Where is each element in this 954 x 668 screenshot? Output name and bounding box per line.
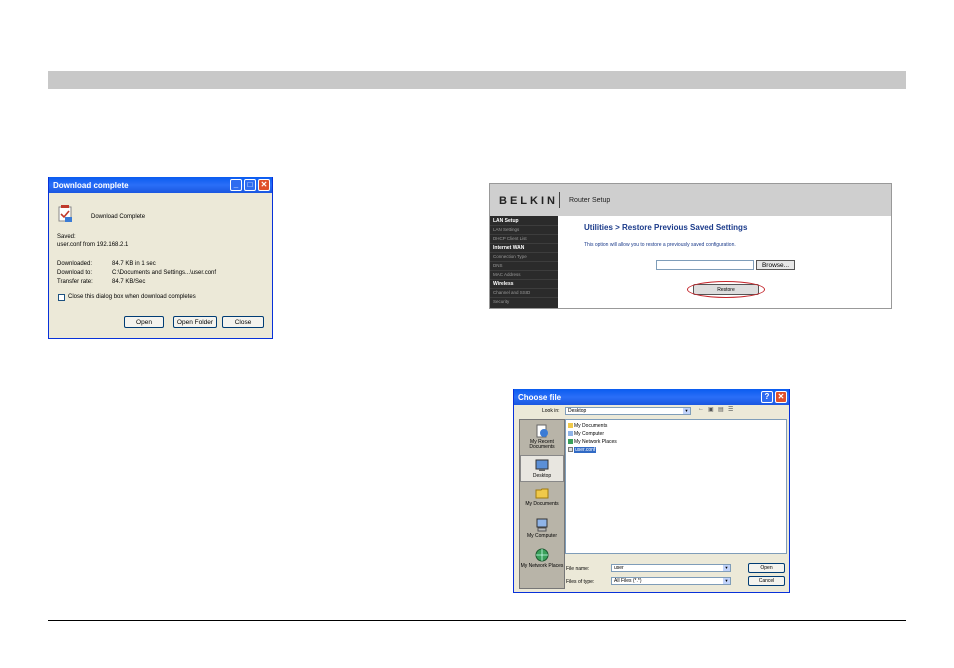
- transfer-rate-value: 84.7 KB/Sec: [112, 279, 146, 285]
- nav-divider: [490, 225, 558, 226]
- files-of-type-label: Files of type:: [566, 579, 595, 585]
- download-to-value: C:\Documents and Settings...\user.conf: [112, 270, 217, 276]
- files-of-type-select[interactable]: All Files (*.*) ▼: [611, 577, 731, 585]
- nav-divider: [490, 270, 558, 271]
- nav-dhcp-client-list[interactable]: DHCP Client List: [493, 236, 527, 241]
- saved-label: Saved:: [57, 234, 76, 240]
- nav-divider: [490, 234, 558, 235]
- place-my-computer[interactable]: My Computer: [520, 518, 564, 539]
- header-band: [48, 71, 906, 89]
- nav-mac-address[interactable]: MAC Address: [493, 272, 521, 277]
- up-folder-icon[interactable]: ▣: [708, 406, 714, 413]
- list-item[interactable]: My Computer: [568, 430, 604, 437]
- view-menu-icon[interactable]: ☰: [728, 406, 733, 413]
- open-button[interactable]: Open: [124, 316, 164, 328]
- belkin-logo: BELKIN: [499, 195, 558, 207]
- nav-lan-settings[interactable]: LAN Settings: [493, 227, 519, 232]
- list-item[interactable]: My Network Places: [568, 438, 617, 445]
- download-complete-dialog: Download complete _ □ ✕ Download Complet…: [48, 177, 273, 339]
- page-breadcrumb: Utilities > Restore Previous Saved Setti…: [584, 223, 748, 232]
- nav-channel-ssid[interactable]: Channel and SSID: [493, 290, 530, 295]
- file-name-input[interactable]: user ▼: [611, 564, 731, 572]
- choose-file-dialog: Choose file ? ✕ Look in: Desktop ▼ ← ▣ ▤…: [513, 389, 790, 593]
- place-desktop[interactable]: Desktop: [520, 455, 564, 482]
- nav-divider: [490, 252, 558, 253]
- router-sidebar: LAN Setup LAN Settings DHCP Client List …: [490, 216, 558, 308]
- nav-security[interactable]: Security: [493, 299, 509, 304]
- network-icon: [568, 439, 573, 444]
- dropdown-arrow-icon[interactable]: ▼: [723, 565, 730, 571]
- restore-description: This option will allow you to restore a …: [584, 242, 736, 248]
- look-in-value: Desktop: [568, 408, 587, 414]
- downloaded-label: Downloaded:: [57, 261, 93, 267]
- folder-icon: [568, 423, 573, 428]
- restore-file-input[interactable]: [656, 260, 754, 270]
- my-computer-icon: [536, 518, 548, 532]
- list-item[interactable]: My Documents: [568, 422, 607, 429]
- network-places-icon: [535, 548, 549, 562]
- file-list: My Documents My Computer My Network Plac…: [565, 419, 787, 554]
- nav-dns[interactable]: DNS: [493, 263, 503, 268]
- minimize-button[interactable]: _: [230, 179, 242, 191]
- nav-divider: [490, 297, 558, 298]
- download-dialog-titlebar[interactable]: Download complete _ □ ✕: [49, 177, 272, 193]
- nav-lan-setup[interactable]: LAN Setup: [493, 218, 519, 224]
- restore-highlight-oval: [687, 281, 765, 298]
- cancel-button[interactable]: Cancel: [748, 576, 785, 586]
- open-folder-button[interactable]: Open Folder: [173, 316, 217, 328]
- close-button[interactable]: Close: [222, 316, 264, 328]
- close-when-done-checkbox[interactable]: [58, 294, 65, 301]
- header-separator: [559, 192, 560, 208]
- maximize-button[interactable]: □: [244, 179, 256, 191]
- file-name-value: user: [614, 565, 624, 571]
- desktop-icon: [535, 459, 549, 471]
- open-button[interactable]: Open: [748, 563, 785, 573]
- files-of-type-value: All Files (*.*): [614, 578, 642, 584]
- nav-internet-wan[interactable]: Internet WAN: [493, 245, 524, 251]
- back-icon[interactable]: ←: [698, 406, 704, 412]
- nav-wireless[interactable]: Wireless: [493, 281, 514, 287]
- saved-value: user.conf from 192.168.2.1: [57, 242, 129, 248]
- look-in-select[interactable]: Desktop ▼: [565, 407, 691, 415]
- close-window-button[interactable]: ✕: [258, 179, 270, 191]
- help-button[interactable]: ?: [761, 391, 773, 403]
- dropdown-arrow-icon[interactable]: ▼: [723, 578, 730, 584]
- new-folder-icon[interactable]: ▤: [718, 406, 724, 413]
- place-network-places[interactable]: My Network Places: [520, 548, 564, 569]
- place-recent-documents[interactable]: My Recent Documents: [520, 424, 564, 450]
- recent-documents-icon: [536, 424, 548, 438]
- nav-connection-type[interactable]: Connection Type: [493, 254, 527, 259]
- download-to-label: Download to:: [57, 270, 93, 276]
- browse-button[interactable]: Browse...: [756, 260, 795, 270]
- router-setup-panel: BELKIN Router Setup LAN Setup LAN Settin…: [489, 183, 892, 309]
- nav-divider: [490, 288, 558, 289]
- my-documents-icon: [535, 488, 549, 499]
- look-in-label: Look in:: [542, 408, 560, 414]
- file-icon: [568, 447, 573, 452]
- nav-divider: [490, 261, 558, 262]
- choose-file-title: Choose file: [518, 392, 562, 402]
- places-bar: My Recent Documents Desktop My Documents…: [519, 419, 565, 589]
- transfer-rate-label: Transfer rate:: [57, 279, 93, 285]
- download-message: Download Complete: [91, 214, 146, 220]
- close-when-done-label: Close this dialog box when download comp…: [68, 294, 196, 300]
- nav-divider: [490, 243, 558, 244]
- downloaded-value: 84.7 KB in 1 sec: [112, 261, 156, 267]
- footer-rule: [48, 620, 906, 621]
- computer-icon: [568, 431, 573, 436]
- download-dialog-title: Download complete: [53, 180, 129, 190]
- place-my-documents[interactable]: My Documents: [520, 486, 564, 507]
- close-window-button[interactable]: ✕: [775, 391, 787, 403]
- choose-file-titlebar[interactable]: Choose file ? ✕: [514, 389, 789, 405]
- router-setup-title: Router Setup: [569, 197, 611, 204]
- file-name-label: File name:: [566, 566, 590, 572]
- list-item[interactable]: user.conf: [568, 446, 597, 453]
- nav-divider: [490, 279, 558, 280]
- dropdown-arrow-icon[interactable]: ▼: [683, 408, 690, 414]
- download-complete-icon: [58, 205, 72, 222]
